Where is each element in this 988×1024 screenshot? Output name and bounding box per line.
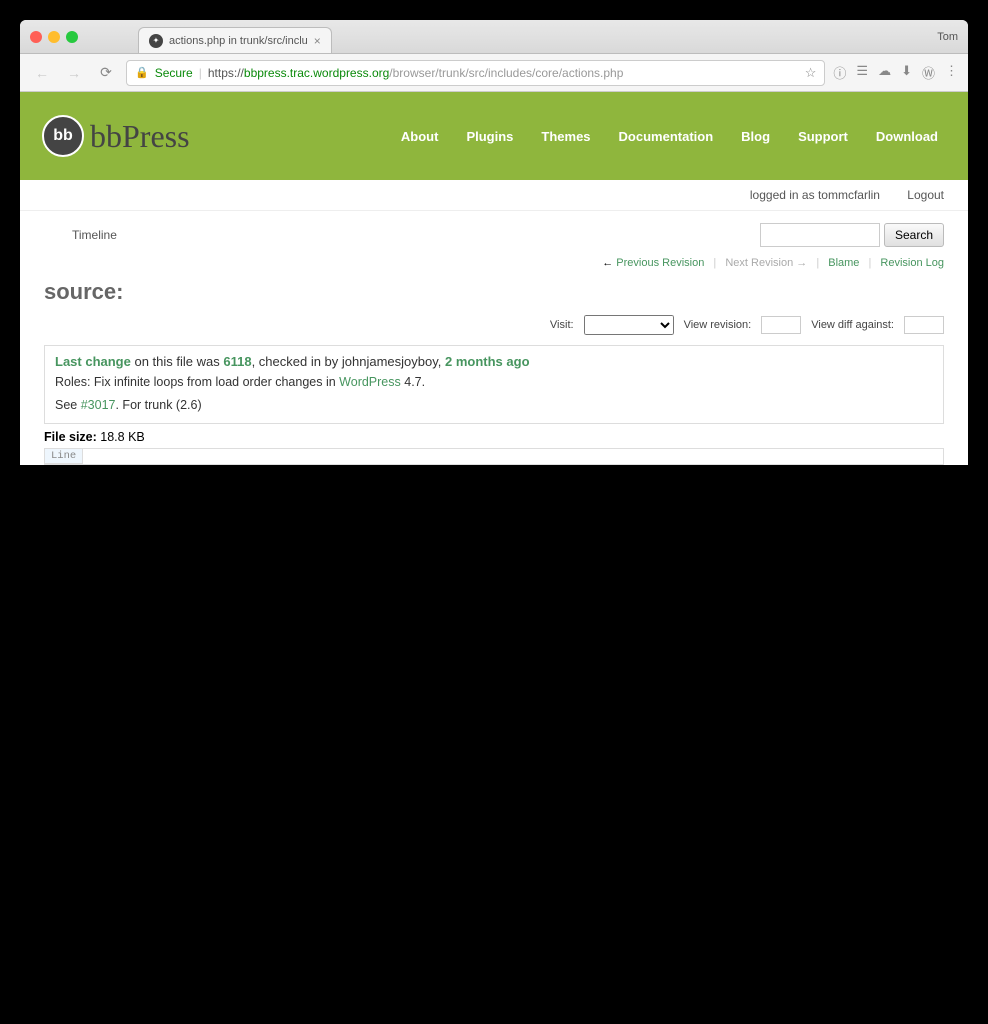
extension-icon[interactable]: ☁ xyxy=(878,63,891,82)
lock-icon: 🔒 xyxy=(135,66,149,79)
menu-icon[interactable]: ⋮ xyxy=(945,63,958,82)
ticket-link[interactable]: #3017 xyxy=(81,398,116,412)
secondary-nav: Timeline Search xyxy=(20,211,968,247)
revision-link[interactable]: 6118 xyxy=(223,354,251,369)
nav-link-plugins[interactable]: Plugins xyxy=(466,129,513,144)
view-revision-input[interactable] xyxy=(761,316,801,334)
file-size-label: File size: xyxy=(44,430,97,444)
view-diff-label: View diff against: xyxy=(811,319,894,331)
extension-icon[interactable]: ⬇ xyxy=(901,63,912,82)
extension-icons: ⓘ ☰ ☁ ⬇ Ⓦ ⋮ xyxy=(833,63,958,82)
primary-nav: About Plugins Themes Documentation Blog Suppo… xyxy=(401,129,938,144)
browser-window: ✦ actions.php in trunk/src/inclu × Tom ←… xyxy=(20,20,968,465)
visit-select[interactable] xyxy=(584,315,674,335)
site-header: bb bbPress About Plugins Themes Documentati… xyxy=(20,92,968,180)
close-tab-icon[interactable]: × xyxy=(314,34,321,48)
revision-log-link[interactable]: Revision Log xyxy=(880,257,944,269)
source-code-view: Line xyxy=(44,448,944,465)
nav-link-documentation[interactable]: Documentation xyxy=(619,129,714,144)
last-change-link[interactable]: Last change xyxy=(55,354,131,369)
chrome-toolbar: ← → ⟳ 🔒 Secure | https://bbpress.trac.wo… xyxy=(20,54,968,92)
search-form: Search xyxy=(760,223,944,247)
author-name: johnjamesjoyboy xyxy=(342,354,438,369)
tab-timeline[interactable]: Timeline xyxy=(72,228,117,242)
logged-in-text: logged in as tommcfarlin xyxy=(750,188,880,202)
file-size-row: File size: 18.8 KB xyxy=(44,430,944,444)
favicon-icon: ✦ xyxy=(149,34,163,48)
file-size-value: 18.8 KB xyxy=(100,430,144,444)
bookmark-icon[interactable]: ☆ xyxy=(805,65,817,81)
visit-label: Visit: xyxy=(550,319,574,331)
extension-icon[interactable]: Ⓦ xyxy=(922,63,935,82)
line-header: Line xyxy=(45,449,83,464)
url-bar[interactable]: 🔒 Secure | https://bbpress.trac.wordpres… xyxy=(126,60,825,86)
nav-link-about[interactable]: About xyxy=(401,129,439,144)
login-bar: logged in as tommcfarlin Logout xyxy=(20,180,968,211)
search-button[interactable]: Search xyxy=(884,223,944,247)
minimize-window-button[interactable] xyxy=(48,31,60,43)
next-revision-link: Next Revision → xyxy=(725,257,807,269)
logout-link[interactable]: Logout xyxy=(907,188,944,202)
secure-label: Secure xyxy=(155,66,193,80)
reload-button[interactable]: ⟳ xyxy=(94,61,118,85)
nav-link-download[interactable]: Download xyxy=(876,129,938,144)
forward-button[interactable]: → xyxy=(62,61,86,85)
time-ago-link[interactable]: 2 months ago xyxy=(445,354,530,369)
view-revision-label: View revision: xyxy=(684,319,752,331)
logo-mark: bb xyxy=(42,115,84,157)
traffic-lights xyxy=(30,31,78,43)
nav-link-themes[interactable]: Themes xyxy=(541,129,590,144)
blame-link[interactable]: Blame xyxy=(828,257,859,269)
revision-links: ← Previous Revision | Next Revision → | … xyxy=(20,247,968,273)
nav-link-blog[interactable]: Blog xyxy=(741,129,770,144)
view-controls: Visit: View revision: View diff against: xyxy=(20,311,968,345)
prev-revision-link[interactable]: Previous Revision xyxy=(616,257,704,269)
maximize-window-button[interactable] xyxy=(66,31,78,43)
tab-title: actions.php in trunk/src/inclu xyxy=(169,35,308,47)
search-input[interactable] xyxy=(760,223,880,247)
wordpress-link[interactable]: WordPress xyxy=(339,375,401,389)
chrome-titlebar: ✦ actions.php in trunk/src/inclu × Tom xyxy=(20,20,968,54)
nav-link-support[interactable]: Support xyxy=(798,129,848,144)
close-window-button[interactable] xyxy=(30,31,42,43)
extension-icon[interactable]: ⓘ xyxy=(833,63,846,82)
extension-icon[interactable]: ☰ xyxy=(856,63,868,82)
last-change-box: Last change on this file was 6118, check… xyxy=(44,345,944,424)
view-diff-input[interactable] xyxy=(904,316,944,334)
source-breadcrumb: source: xyxy=(20,273,968,311)
chrome-profile-label[interactable]: Tom xyxy=(937,31,958,43)
page-content: bb bbPress About Plugins Themes Documentati… xyxy=(20,92,968,465)
logo-text: bbPress xyxy=(90,118,190,155)
back-button[interactable]: ← xyxy=(30,61,54,85)
site-logo[interactable]: bb bbPress xyxy=(42,115,190,157)
browser-tab[interactable]: ✦ actions.php in trunk/src/inclu × xyxy=(138,27,332,53)
